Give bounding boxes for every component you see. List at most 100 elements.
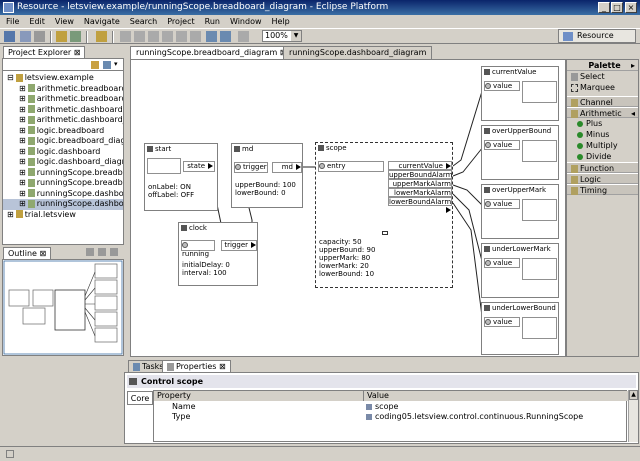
connection-upper-bound[interactable] — [452, 146, 484, 177]
tree-item[interactable]: ⊟ letsview.example — [3, 73, 123, 84]
tree-item[interactable]: ⊞ logic.breadboard_diag — [3, 136, 123, 147]
tree-item[interactable]: ⊞ arithmetic.dashboard_d — [3, 115, 123, 126]
tree-item[interactable]: ⊞ arithmetic.breadboard — [3, 84, 123, 95]
tool-marquee[interactable]: Marquee — [567, 82, 638, 93]
tree-item[interactable]: ⊞ arithmetic.breadboard_d — [3, 94, 123, 105]
port-value[interactable]: value — [484, 317, 520, 327]
group-channel[interactable]: Channel — [567, 96, 638, 107]
link-editor-icon[interactable] — [103, 61, 111, 69]
port-value[interactable]: value — [484, 258, 520, 268]
group-function[interactable]: Function — [567, 162, 638, 173]
tab-dashboard-diagram[interactable]: runningScope.dashboard_diagram — [283, 46, 433, 59]
column-header-property[interactable]: Property — [154, 391, 364, 401]
tree-item[interactable]: ⊞ runningScope.dashboa — [3, 199, 123, 210]
perspective-button[interactable]: Resource — [558, 29, 636, 43]
table-row[interactable]: Name scope — [154, 402, 628, 412]
tree-item[interactable]: ⊞ logic.breadboard — [3, 126, 123, 137]
port-trigger-out[interactable]: trigger — [221, 240, 257, 251]
node-over-upper-bound[interactable]: overUpperBound value — [481, 125, 559, 180]
expand-icon[interactable]: ⊞ — [19, 136, 26, 145]
expand-icon[interactable]: ⊞ — [19, 94, 26, 103]
tree-item[interactable]: ⊞ logic.dashboard — [3, 147, 123, 158]
maximize-button[interactable]: □ — [611, 2, 623, 13]
node-current-value[interactable]: currentValue value — [481, 66, 559, 121]
menu-search[interactable]: Search — [130, 17, 157, 26]
port-lower-mark-alarm[interactable]: lowerMarkAlarm — [388, 188, 452, 204]
zoom-select[interactable]: 100% ▼ — [262, 30, 302, 42]
group-logic[interactable]: Logic — [567, 173, 638, 184]
resize-handle[interactable] — [382, 231, 388, 235]
print-icon[interactable] — [34, 31, 45, 42]
expand-icon[interactable]: ⊞ — [19, 105, 26, 114]
tool-select[interactable]: Select — [567, 71, 638, 82]
menu-navigate[interactable]: Navigate — [84, 17, 120, 26]
minimize-button[interactable]: _ — [598, 2, 610, 13]
menu-run[interactable]: Run — [205, 17, 220, 26]
save-icon[interactable] — [20, 31, 31, 42]
match-size-icon[interactable] — [238, 31, 249, 42]
forward-icon[interactable] — [220, 31, 231, 42]
new-icon[interactable] — [4, 31, 15, 42]
connection-current-value[interactable] — [452, 87, 484, 167]
node-over-upper-mark[interactable]: overUpperMark value — [481, 184, 559, 239]
tab-project-explorer[interactable]: Project Explorer ⊠ — [3, 46, 86, 58]
align-right-icon[interactable] — [148, 31, 159, 42]
tree-item[interactable]: ⊞ logic.dashboard_diagr — [3, 157, 123, 168]
palette-item-plus[interactable]: Plus — [567, 118, 638, 129]
port-upper-mark-alarm[interactable]: upperMarkAlarm — [388, 179, 452, 195]
tree-item[interactable]: ⊞ arithmetic.dashboard — [3, 105, 123, 116]
expand-icon[interactable]: ⊞ — [19, 126, 26, 135]
vertical-scrollbar[interactable]: ▲ — [628, 390, 638, 442]
port-running[interactable]: running — [181, 240, 215, 258]
tree-item[interactable]: ⊞ trial.letsview — [3, 210, 123, 221]
node-scope[interactable]: scope entry currentValue upperBoundAlarm… — [315, 142, 453, 288]
port-value[interactable]: value — [484, 81, 520, 91]
group-timing[interactable]: Timing — [567, 184, 638, 195]
menu-file[interactable]: File — [6, 17, 19, 26]
expand-icon[interactable]: ⊞ — [19, 157, 26, 166]
expand-icon[interactable]: ⊞ — [19, 178, 26, 187]
expand-icon[interactable]: ⊞ — [19, 168, 26, 177]
outline-thumbnail[interactable] — [2, 259, 124, 356]
view-menu-icon[interactable]: ▾ — [114, 60, 118, 68]
port-current-value[interactable]: currentValue — [388, 161, 452, 170]
palette-collapse-icon[interactable]: ▸ — [631, 60, 635, 71]
port-trigger[interactable]: trigger — [234, 162, 268, 173]
port-md[interactable]: md — [272, 162, 302, 173]
align-top-icon[interactable] — [162, 31, 173, 42]
expand-icon[interactable]: ⊞ — [19, 199, 26, 208]
node-start[interactable]: start state onLabel: ON offLabel: OFF — [144, 143, 218, 211]
node-md[interactable]: md trigger md upperBound: 100 lowerBound… — [231, 143, 303, 208]
port-value[interactable]: value — [484, 140, 520, 150]
tab-breadboard-diagram[interactable]: runningScope.breadboard_diagram ⊠ — [130, 46, 293, 59]
port-lower-bound-alarm[interactable]: lowerBoundAlarm — [388, 197, 452, 213]
close-button[interactable]: × — [625, 2, 637, 13]
tree-item[interactable]: ⊞ runningScope.breadbo — [3, 178, 123, 189]
expand-icon[interactable]: ⊞ — [19, 84, 26, 93]
expand-icon[interactable]: ⊟ — [7, 73, 14, 82]
menu-help[interactable]: Help — [272, 17, 290, 26]
minimize-icon[interactable] — [98, 248, 106, 256]
tab-outline[interactable]: Outline ⊠ — [3, 247, 52, 259]
menu-window[interactable]: Window — [230, 17, 262, 26]
align-left-icon[interactable] — [120, 31, 131, 42]
connection-lower-mark[interactable] — [452, 193, 484, 266]
port-value[interactable]: value — [484, 199, 520, 209]
back-icon[interactable] — [206, 31, 217, 42]
group-arithmetic[interactable]: Arithmetic ◂ — [567, 107, 638, 118]
connection-lower-bound[interactable] — [452, 202, 484, 325]
palette-item-minus[interactable]: Minus — [567, 129, 638, 140]
fast-view-icon[interactable] — [6, 450, 14, 458]
menu-project[interactable]: Project — [167, 17, 194, 26]
node-under-lower-bound[interactable]: underLowerBound value — [481, 302, 559, 355]
port-entry[interactable]: entry — [318, 161, 384, 172]
expand-icon[interactable]: ⊞ — [19, 147, 26, 156]
table-row[interactable]: Type coding05.letsview.control.continuou… — [154, 412, 628, 422]
align-bottom-icon[interactable] — [190, 31, 201, 42]
expand-icon[interactable]: ⊞ — [19, 115, 26, 124]
align-middle-icon[interactable] — [176, 31, 187, 42]
tab-properties[interactable]: Properties ⊠ — [162, 360, 231, 372]
node-clock[interactable]: clock running trigger initialDelay: 0 in… — [178, 222, 258, 286]
expand-icon[interactable]: ⊞ — [7, 210, 14, 219]
chevron-down-icon[interactable]: ▼ — [291, 31, 301, 41]
